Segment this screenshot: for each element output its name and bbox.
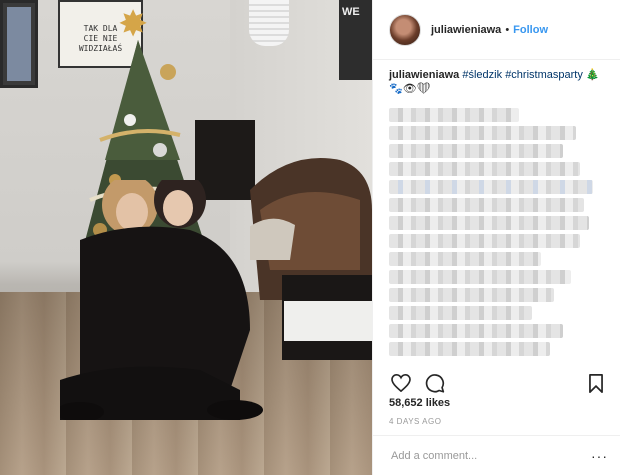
box-stack	[282, 275, 372, 360]
post-sidebar: juliawieniawa • Follow juliawieniawa #śl…	[372, 0, 620, 475]
follow-button[interactable]: Follow	[513, 24, 548, 36]
heart-icon[interactable]	[389, 371, 413, 395]
username[interactable]: juliawieniawa	[431, 24, 501, 36]
more-options-icon[interactable]: ···	[591, 448, 608, 464]
blurred-comment	[389, 252, 541, 266]
hashtag-christmasparty[interactable]: #christmasparty	[505, 69, 583, 81]
blurred-comment	[389, 270, 572, 284]
tree-star: ✸	[118, 3, 149, 44]
comment-icon[interactable]	[423, 371, 447, 395]
blurred-comment	[389, 108, 520, 122]
caption-emoji-line: 🐾👁❤	[389, 83, 431, 95]
caption-emoji: 🎄	[585, 69, 600, 81]
pendant-lamp	[249, 0, 289, 46]
blurred-comment	[389, 198, 585, 212]
blurred-comment	[389, 288, 554, 302]
people	[60, 180, 263, 420]
post-photo[interactable]: TAK DLA CIE NIE WIDZIAŁAŚ WE ✸	[0, 0, 372, 475]
bookmark-icon[interactable]	[584, 371, 608, 395]
wall-picture	[0, 0, 38, 88]
instagram-post: TAK DLA CIE NIE WIDZIAŁAŚ WE ✸ juliawien…	[0, 0, 620, 475]
likes-count[interactable]: 58,652 likes	[389, 397, 450, 409]
caption: juliawieniawa #śledzik #christmasparty 🎄…	[389, 68, 606, 96]
add-comment-input[interactable]	[389, 448, 591, 463]
blurred-comment	[389, 306, 533, 320]
separator-dot: •	[505, 23, 510, 36]
blurred-comment	[389, 126, 576, 140]
blurred-comment	[389, 234, 580, 248]
post-header: juliawieniawa • Follow	[373, 0, 620, 60]
blurred-comment	[389, 324, 563, 338]
hashtag-sledzik[interactable]: #śledzik	[462, 69, 502, 81]
blurred-comment	[389, 180, 593, 194]
wall-sign: WE	[339, 0, 372, 80]
post-timestamp[interactable]: 4 DAYS AGO	[389, 417, 441, 426]
comments-section: juliawieniawa #śledzik #christmasparty 🎄…	[373, 60, 620, 365]
add-comment-bar: ···	[373, 435, 620, 475]
caption-username[interactable]: juliawieniawa	[389, 69, 459, 81]
blurred-comment	[389, 216, 589, 230]
blurred-comment	[389, 162, 580, 176]
blurred-comment	[389, 342, 550, 356]
blurred-comment	[389, 144, 563, 158]
avatar[interactable]	[389, 13, 421, 46]
action-bar	[373, 365, 620, 401]
